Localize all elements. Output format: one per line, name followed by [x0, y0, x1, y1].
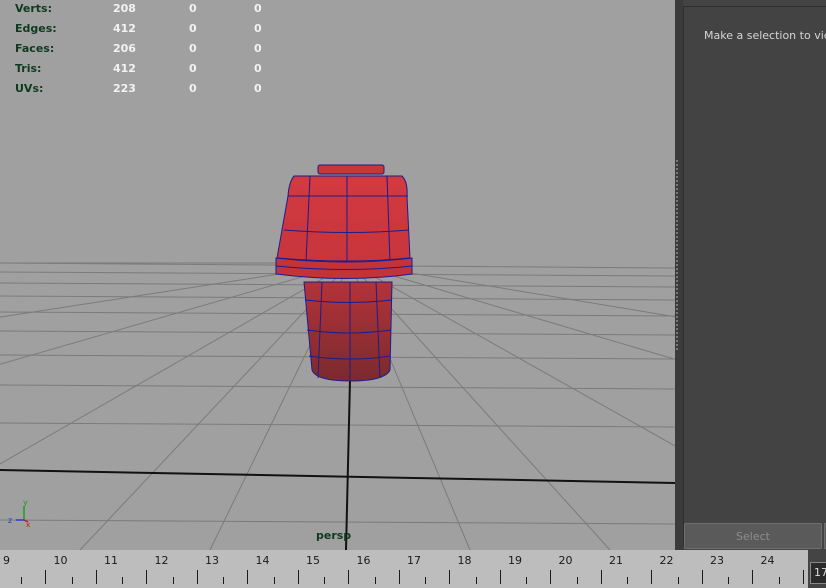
resize-grip[interactable] [676, 160, 680, 350]
frame-subtick [324, 577, 325, 584]
perspective-scene[interactable] [0, 0, 675, 550]
frame-number-label: 10 [53, 554, 68, 567]
frame-tick [196, 570, 198, 584]
hud-value: 0 [189, 42, 197, 55]
frame-subtick [71, 577, 73, 584]
frame-subtick [122, 577, 123, 584]
frame-subtick [526, 577, 527, 584]
3d-viewport[interactable]: Verts: 208 0 0 Edges: 412 0 0 Faces: 206… [0, 0, 675, 550]
frame-tick [499, 570, 501, 584]
hud-value: 0 [254, 82, 262, 95]
hud-value: 0 [254, 42, 262, 55]
frame-number-label: 13 [205, 554, 219, 567]
frame-tick [651, 570, 652, 584]
camera-name-label: persp [316, 529, 352, 542]
hud-value: 412 [113, 22, 136, 35]
frame-subtick [728, 577, 729, 584]
frame-tick [95, 570, 97, 584]
hud-value: 0 [254, 62, 262, 75]
frame-tick [449, 570, 450, 584]
frame-number-label: 18 [457, 554, 472, 567]
attribute-editor-panel: Make a selection to view a Select [683, 6, 826, 549]
frame-tick [297, 570, 299, 584]
hud-value: 0 [254, 22, 262, 35]
hud-label: Tris: [15, 62, 42, 75]
hud-label: Verts: [15, 2, 53, 15]
frame-number-label: 24 [760, 554, 775, 567]
frame-subtick [172, 577, 174, 584]
frame-number-label: 15 [306, 554, 320, 567]
frame-tick [600, 570, 602, 584]
hud-value: 412 [113, 62, 136, 75]
frame-tick [398, 570, 400, 584]
time-ruler[interactable]: 9 10 11 12 13 14 15 16 17 18 19 20 21 22 23 24 [0, 550, 808, 588]
frame-number-label: 19 [508, 554, 522, 567]
view-axis-gizmo: y z x [8, 498, 30, 529]
hud-value: 208 [113, 2, 136, 15]
frame-subtick [778, 577, 780, 584]
frame-number-label: 22 [659, 554, 674, 567]
hud-value: 206 [113, 42, 136, 55]
frame-subtick [475, 577, 477, 584]
axis-x-label: x [26, 521, 30, 529]
hud-value: 0 [189, 82, 197, 95]
frame-subtick [273, 577, 275, 584]
frame-number-label: 20 [558, 554, 573, 567]
frame-tick [45, 570, 46, 584]
frame-number-label: 12 [154, 554, 169, 567]
frame-subtick [425, 577, 426, 584]
current-frame-field[interactable]: 17 [810, 562, 826, 584]
frame-subtick [21, 577, 22, 584]
hud-value: 223 [113, 82, 136, 95]
frame-number-label: 23 [710, 554, 724, 567]
frame-tick [146, 570, 147, 584]
select-button[interactable]: Select [684, 523, 822, 549]
frame-number-label: 17 [407, 554, 421, 567]
frame-number-label: 14 [255, 554, 270, 567]
axis-z-label: z [8, 516, 12, 525]
hud-value: 0 [189, 62, 197, 75]
frame-subtick [374, 577, 376, 584]
frame-subtick [576, 577, 578, 584]
hud-value: 0 [189, 22, 197, 35]
hud-value: 0 [254, 2, 262, 15]
frame-tick [752, 570, 753, 584]
frame-subtick [627, 577, 628, 584]
hud-label: Edges: [15, 22, 57, 35]
empty-selection-message: Make a selection to view a [704, 29, 826, 42]
axis-y-label: y [23, 498, 28, 507]
time-slider[interactable]: 9 10 11 12 13 14 15 16 17 18 19 20 21 22 23 24 17 [0, 550, 826, 588]
frame-tick [701, 570, 703, 584]
frame-number-label: 16 [356, 554, 371, 567]
frame-subtick [223, 577, 224, 584]
frame-number-label: 9 [3, 554, 10, 567]
hud-value: 0 [189, 2, 197, 15]
hud-label: UVs: [15, 82, 44, 95]
frame-tick [348, 570, 349, 584]
frame-number-label: 21 [609, 554, 623, 567]
frame-tick [550, 570, 551, 584]
frame-tick [802, 570, 804, 584]
frame-tick [247, 570, 248, 584]
frame-number-label: 11 [104, 554, 118, 567]
frame-subtick [677, 577, 679, 584]
mesh-object[interactable] [275, 164, 413, 382]
hud-label: Faces: [15, 42, 55, 55]
